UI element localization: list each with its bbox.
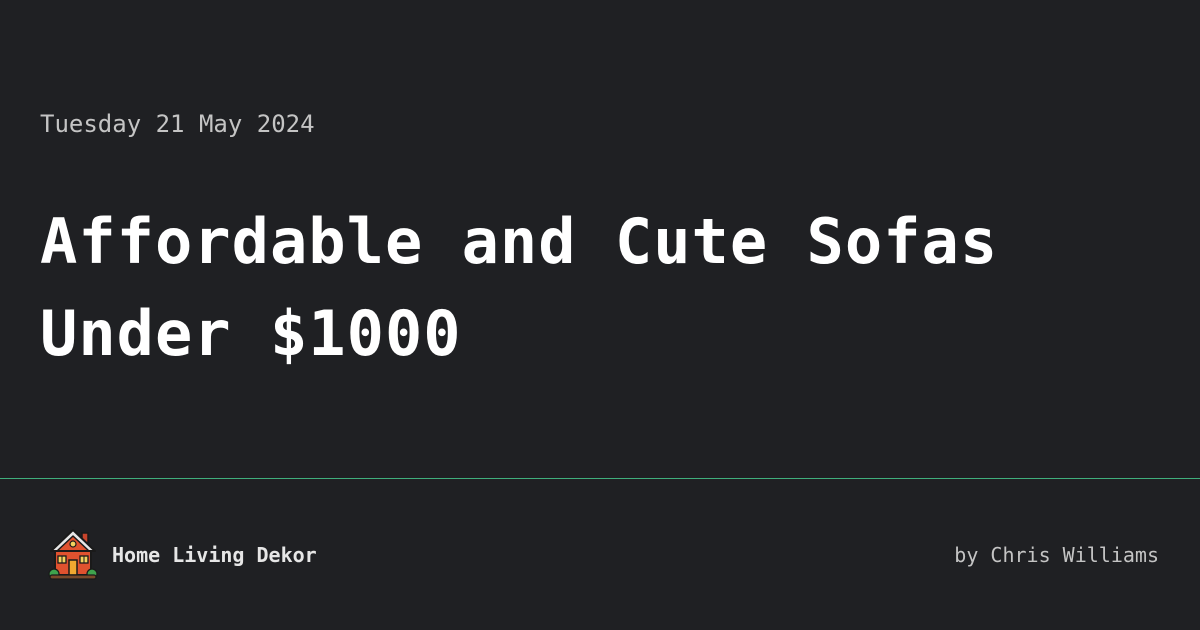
author-byline: by Chris Williams bbox=[954, 543, 1159, 567]
house-icon bbox=[48, 527, 98, 583]
post-title: Affordable and Cute Sofas Under $1000 bbox=[40, 205, 999, 370]
brand: Home Living Dekor bbox=[48, 527, 317, 583]
card-footer: Home Living Dekor by Chris Williams bbox=[0, 479, 1200, 630]
social-share-card: Tuesday 21 May 2024 Affordable and Cute … bbox=[0, 0, 1200, 630]
brand-name: Home Living Dekor bbox=[112, 543, 317, 567]
post-date: Tuesday 21 May 2024 bbox=[40, 110, 315, 138]
